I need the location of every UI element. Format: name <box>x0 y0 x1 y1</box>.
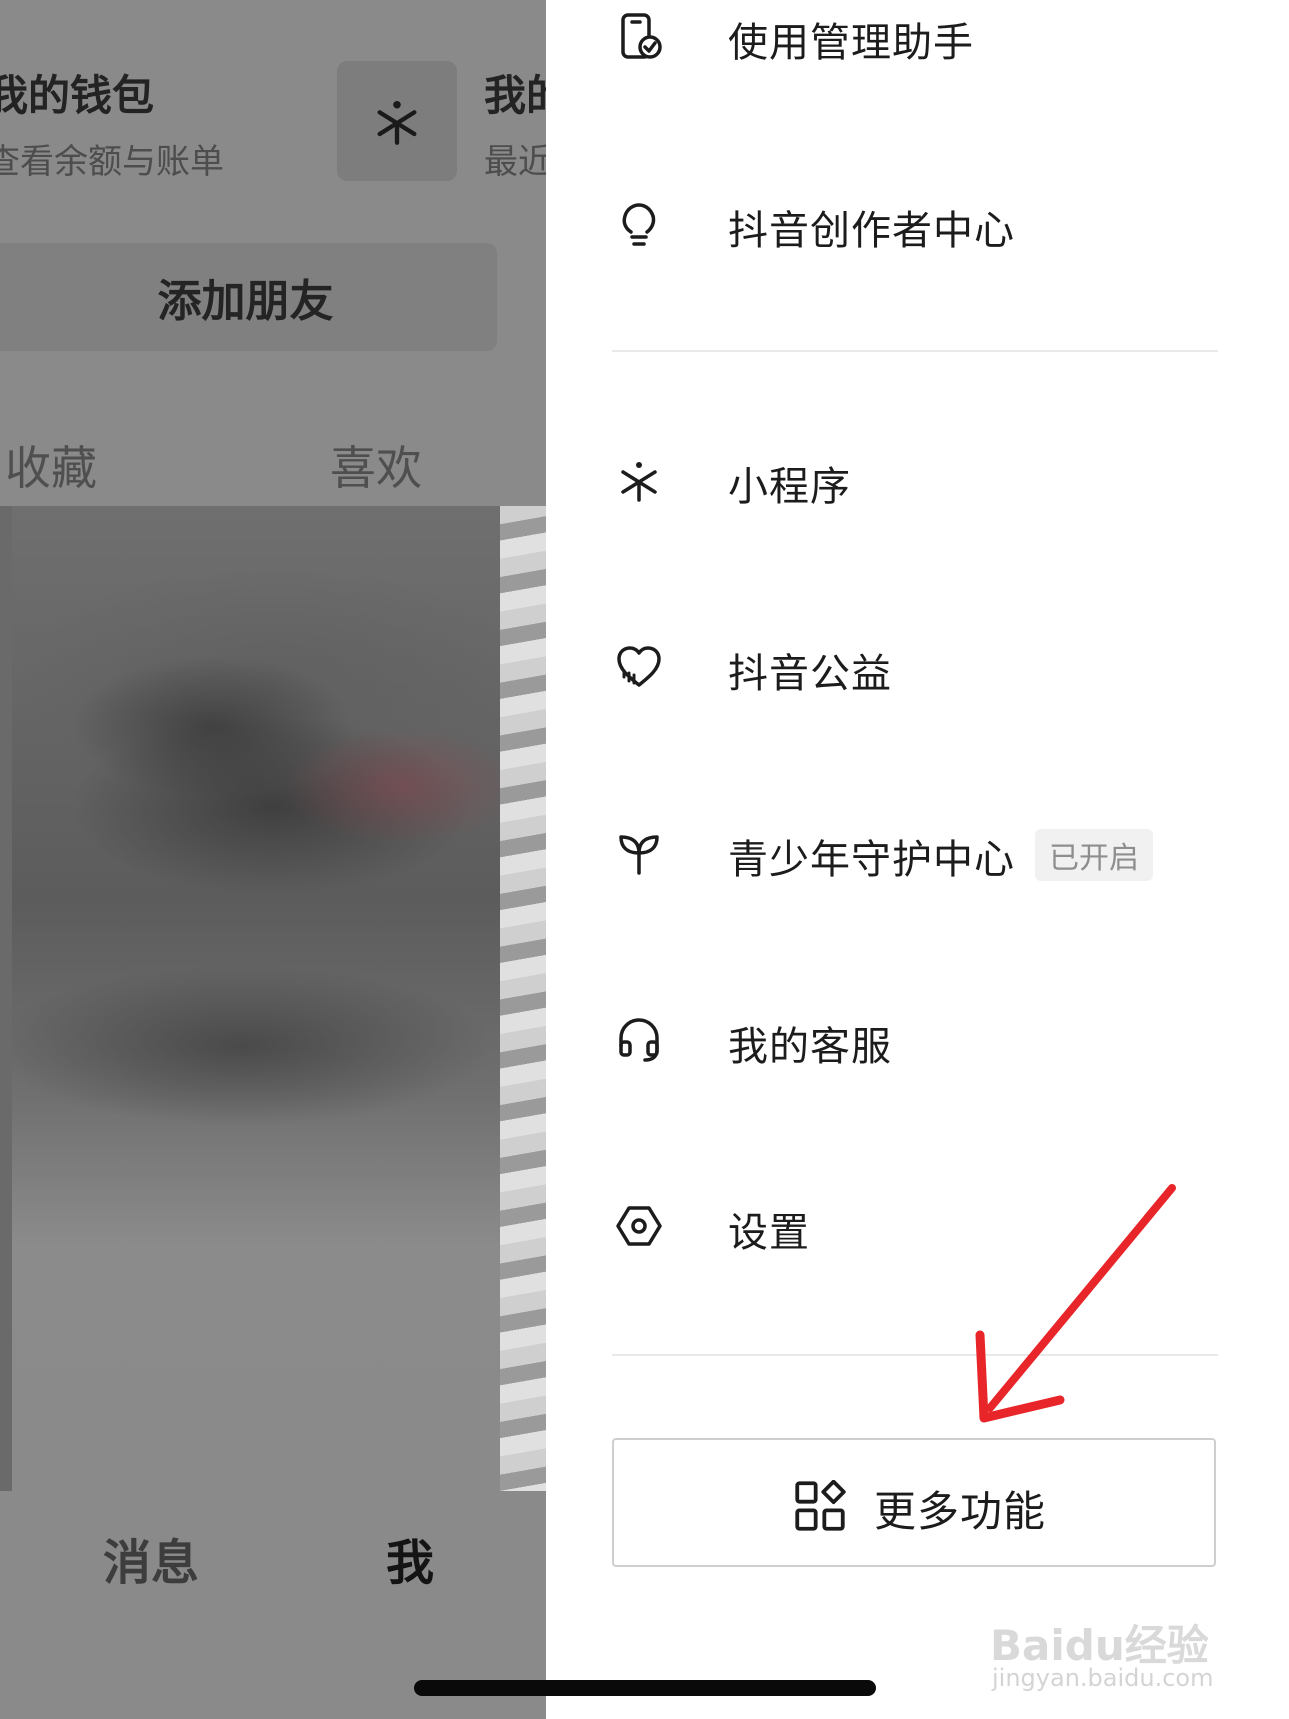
drawer-item-label: 抖音创作者中心 <box>728 208 1015 254</box>
drawer-item-label: 我的客服 <box>728 1024 892 1070</box>
lightbulb-icon <box>622 203 656 246</box>
nav-messages: 消息 <box>103 1535 200 1591</box>
phone-check-icon <box>621 13 662 59</box>
mini-program-icon <box>377 100 417 145</box>
headset-icon <box>619 1018 659 1062</box>
drawer-item-youth-protection[interactable]: 青少年守护中心 已开启 <box>546 803 1289 903</box>
mini-program-tile <box>337 61 457 181</box>
charity-heart-icon <box>617 646 661 687</box>
drawer-item-label: 设置 <box>728 1210 810 1256</box>
drawer-item-mini-programs[interactable]: 小程序 <box>546 430 1289 530</box>
drawer-item-label: 青少年守护中心 <box>728 837 1015 883</box>
side-drawer: 使用管理助手 抖音创作者中心 小程序 抖音公益 青少年守护中心 已开启 我的客服… <box>546 0 1289 1719</box>
drawer-item-label: 抖音公益 <box>728 651 892 697</box>
wallet-title: 我的钱包 <box>0 71 155 120</box>
grid-apps-icon <box>795 1480 846 1531</box>
drawer-item-customer-service[interactable]: 我的客服 <box>546 990 1289 1090</box>
mini-program-icon <box>621 462 657 502</box>
mosaic-blurred-image <box>12 506 546 1491</box>
red-arrow-icon <box>975 1184 1176 1423</box>
drawer-item-creator-center[interactable]: 抖音创作者中心 <box>546 174 1289 274</box>
wallet-subtitle: 查看余额与账单 <box>0 142 224 182</box>
drawer-item-charity[interactable]: 抖音公益 <box>546 617 1289 717</box>
thumbnail-edge <box>0 506 12 1491</box>
settings-hexagon-icon <box>616 1206 662 1246</box>
nav-me: 我 <box>386 1535 435 1591</box>
tab-favorites: 收藏 <box>5 441 97 495</box>
more-features-label: 更多功能 <box>874 1488 1047 1535</box>
watermark-url: jingyan.baidu.com <box>992 1664 1214 1692</box>
card-subtitle: 最近 <box>484 142 546 182</box>
tab-likes: 喜欢 <box>330 441 422 495</box>
drawer-item-label: 小程序 <box>728 464 851 510</box>
dimmed-profile-page: 我的钱包 查看余额与账单 我的 最近 添加朋友 收藏 喜欢 消息 我 <box>0 0 546 1719</box>
mosaic-edge <box>500 506 546 1491</box>
sprout-icon <box>619 835 659 875</box>
more-features-button[interactable]: 更多功能 <box>612 1438 1216 1567</box>
card-title: 我的 <box>484 71 546 120</box>
home-indicator[interactable] <box>414 1680 876 1696</box>
status-badge: 已开启 <box>1035 829 1153 881</box>
section-divider <box>612 350 1218 352</box>
drawer-item-label: 使用管理助手 <box>728 20 974 66</box>
add-friend-button: 添加朋友 <box>0 243 497 351</box>
drawer-item-usage-assistant[interactable]: 使用管理助手 <box>546 0 1289 86</box>
